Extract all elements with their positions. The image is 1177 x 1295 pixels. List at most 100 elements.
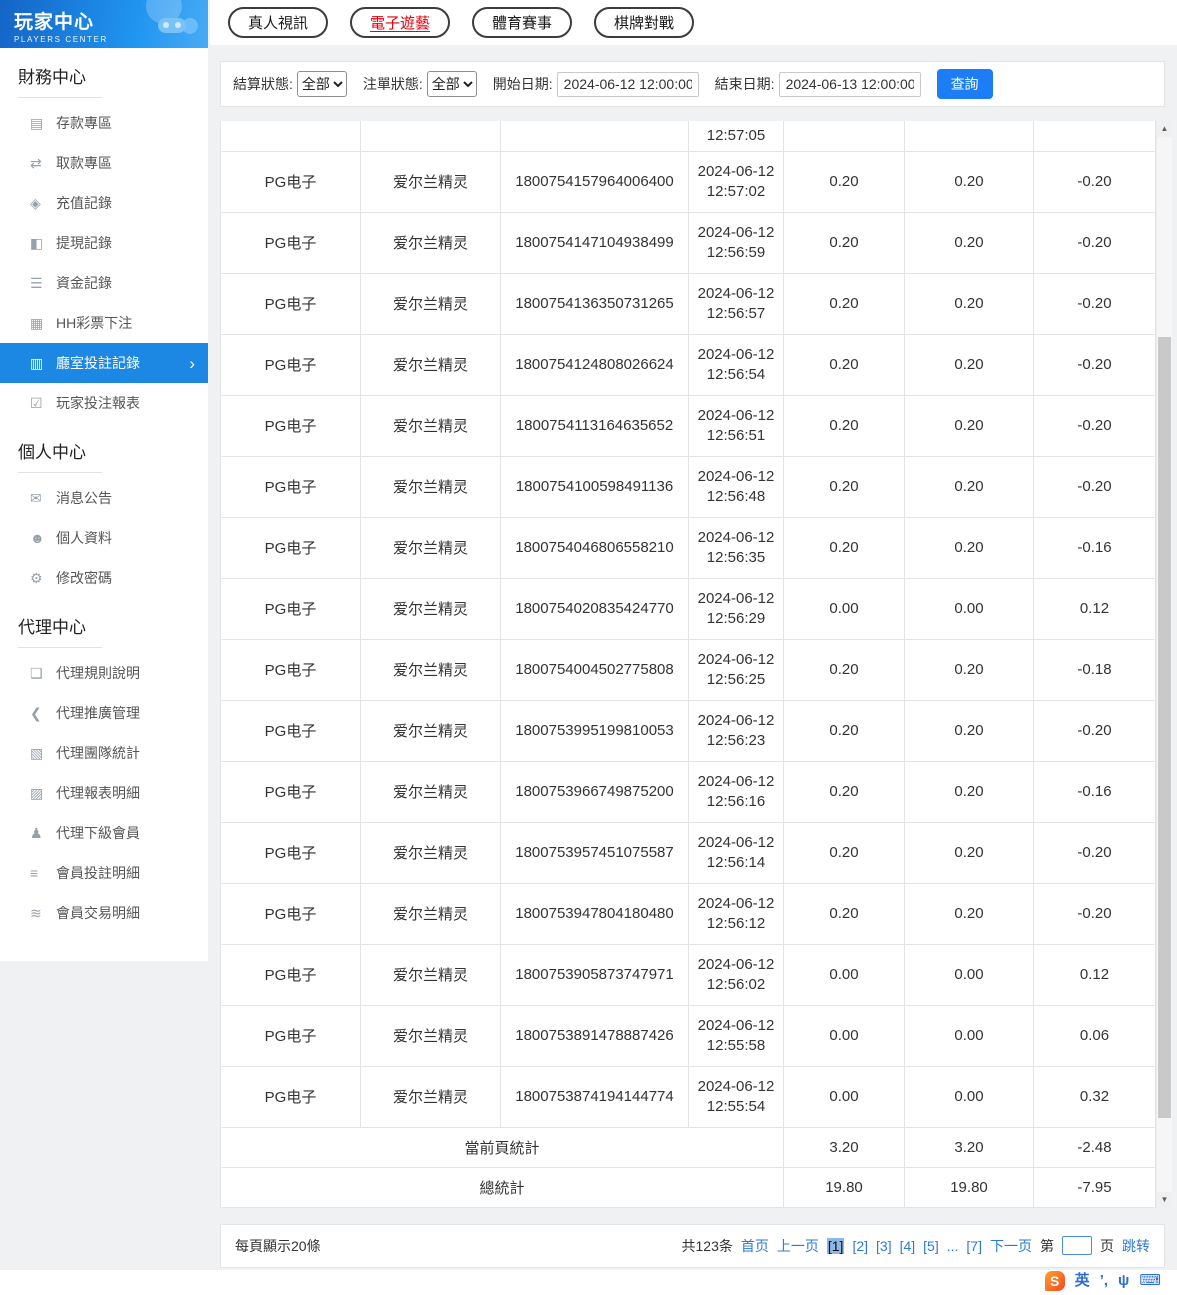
date-text: 2024-06-12 [697, 1077, 775, 1095]
profile-icon: ☻ [30, 530, 45, 546]
sidebar-item-change-password[interactable]: ⚙ 修改密碼 › [0, 558, 208, 598]
jump-page-input[interactable] [1062, 1236, 1092, 1255]
profit-cell: 0.06 [1033, 1004, 1156, 1067]
sidebar-item-member-bet-detail[interactable]: ≡ 會員投註明細 › [0, 853, 208, 893]
platform-cell: PG电子 [220, 699, 361, 762]
game-cell: 爱尔兰精灵 [360, 882, 501, 945]
summary-bet-cell: 3.20 [783, 1126, 905, 1168]
sidebar-item-agent-rules[interactable]: ❏ 代理規則說明 › [0, 653, 208, 693]
sidebar-item-hh-lottery[interactable]: ▦ HH彩票下注 › [0, 303, 208, 343]
time-cell: 2024-06-12 12:56:51 [688, 394, 784, 457]
funds-record-icon: ☰ [30, 274, 43, 291]
profit-cell: -0.20 [1033, 455, 1156, 518]
valid-amount-cell: 0.20 [904, 394, 1034, 457]
sidebar-item-label: 代理推廣管理 [56, 705, 140, 721]
table-row: PG电子 爱尔兰精灵 1800754157964006400 2024-06-1… [220, 150, 1156, 213]
ime-mic-icon[interactable]: ψ [1118, 1270, 1129, 1292]
time-text: 12:57:05 [706, 126, 766, 144]
scroll-down-arrow-icon[interactable]: ▼ [1157, 1191, 1172, 1208]
order-no-cell: 1800753905873747971 [500, 943, 689, 1006]
page-link[interactable]: [3] [876, 1238, 892, 1254]
scrollbar-track[interactable] [1157, 137, 1172, 1192]
profit-cell: -0.20 [1033, 394, 1156, 457]
sidebar-header: 玩家中心 PLAYERS CENTER [0, 0, 208, 48]
sidebar-item-room-bet-record[interactable]: ▥ 廳室投註記錄 › [0, 343, 208, 383]
page-link[interactable]: [5] [923, 1238, 939, 1254]
sidebar-item-deposit[interactable]: ▤ 存款專區 › [0, 103, 208, 143]
profit-cell [1033, 121, 1156, 152]
sidebar-item-label: 代理下級會員 [56, 825, 140, 841]
settle-status-select[interactable]: 全部 [296, 71, 347, 97]
valid-amount-cell: 0.20 [904, 882, 1034, 945]
sidebar-item-announcements[interactable]: ✉ 消息公告 › [0, 478, 208, 518]
tab-sports[interactable]: 體育賽事 [472, 7, 573, 38]
sidebar-item-agent-sub-members[interactable]: ♟ 代理下級會員 › [0, 813, 208, 853]
scroll-up-arrow-icon[interactable]: ▲ [1157, 121, 1172, 137]
sidebar-item-label: 廳室投註記錄 [56, 355, 140, 371]
date-text: 2024-06-12 [697, 345, 775, 363]
start-date-input[interactable] [556, 71, 699, 97]
end-date-group: 結束日期: [715, 71, 921, 97]
platform-cell: PG电子 [220, 1004, 361, 1067]
search-button[interactable]: 查詢 [936, 69, 993, 99]
next-page-link[interactable]: 下一页 [990, 1236, 1032, 1256]
table-row: PG电子 爱尔兰精灵 1800753891478887426 2024-06-1… [220, 1004, 1156, 1067]
summary-profit-cell: -7.95 [1033, 1166, 1156, 1208]
ime-keyboard-icon[interactable]: ⌨ [1139, 1270, 1161, 1292]
page-link[interactable]: [7] [966, 1238, 982, 1254]
prev-page-link[interactable]: 上一页 [777, 1236, 819, 1256]
bet-amount-cell: 0.20 [783, 333, 905, 396]
member-bets-icon: ≡ [30, 865, 39, 881]
summary-valid-cell: 19.80 [904, 1166, 1034, 1208]
summary-label-cell: 當前頁統計 [220, 1126, 784, 1168]
sidebar-item-withdraw-record[interactable]: ◧ 提現記錄 › [0, 223, 208, 263]
tab-label: 真人視訊 [248, 15, 309, 32]
time-text: 12:57:02 [706, 182, 766, 200]
game-cell: 爱尔兰精灵 [360, 821, 501, 884]
sidebar-item-funds-record[interactable]: ☰ 資金記錄 › [0, 263, 208, 303]
sidebar-item-recharge-record[interactable]: ◈ 充值記錄 › [0, 183, 208, 223]
bet-amount-cell: 0.20 [783, 821, 905, 884]
table-scrollbar[interactable]: ▲ ▼ [1156, 121, 1172, 1208]
gamepad-icon [158, 18, 186, 33]
first-page-link[interactable]: 首页 [741, 1236, 769, 1256]
order-no-cell: 1800753947804180480 [500, 882, 689, 945]
page-link[interactable]: [4] [900, 1238, 916, 1254]
tab-board-games[interactable]: 棋牌對戰 [594, 7, 695, 38]
sogou-ime-logo-icon[interactable]: S [1044, 1271, 1065, 1291]
bet-amount-cell: 0.00 [783, 1065, 905, 1128]
sidebar-section: 個人中心 ✉ 消息公告 › ☻ 個人資料 › ⚙ 修改密碼 › [0, 438, 208, 598]
chevron-right-icon: › [189, 353, 195, 373]
profit-cell: -0.16 [1033, 516, 1156, 579]
ime-punctuation-indicator[interactable]: ’, [1100, 1270, 1108, 1292]
game-cell: 爱尔兰精灵 [360, 272, 501, 335]
sidebar-item-agent-report-detail[interactable]: ▨ 代理報表明細 › [0, 773, 208, 813]
date-text: 2024-06-12 [697, 955, 775, 973]
tab-electronic-games[interactable]: 電子遊藝 [350, 7, 451, 38]
jump-button[interactable]: 跳转 [1122, 1236, 1150, 1256]
game-cell: 爱尔兰精灵 [360, 760, 501, 823]
ime-language-indicator[interactable]: 英 [1075, 1270, 1090, 1292]
page-link[interactable]: [2] [852, 1238, 868, 1254]
end-date-input[interactable] [778, 71, 921, 97]
recharge-record-icon: ◈ [30, 194, 41, 211]
order-status-select[interactable]: 全部 [426, 71, 477, 97]
sidebar-item-player-bet-report[interactable]: ☑ 玩家投注報表 › [0, 383, 208, 423]
time-cell: 2024-06-12 12:56:57 [688, 272, 784, 335]
page-number-links: [1] [2] [3] [4] [5]... [7] [826, 1237, 982, 1254]
tab-label: 體育賽事 [492, 15, 553, 32]
scrollbar-thumb[interactable] [1158, 337, 1171, 1118]
tab-live-video[interactable]: 真人視訊 [228, 7, 329, 38]
sidebar-item-agent-team-stats[interactable]: ▧ 代理團隊統計 › [0, 733, 208, 773]
sidebar-item-label: 存款專區 [56, 115, 112, 131]
table-row: PG电子 爱尔兰精灵 1800754020835424770 2024-06-1… [220, 577, 1156, 640]
sidebar-item-member-trade-detail[interactable]: ≋ 會員交易明細 › [0, 893, 208, 933]
valid-amount-cell: 0.20 [904, 333, 1034, 396]
date-text: 2024-06-12 [697, 406, 775, 424]
sidebar-item-agent-promotion[interactable]: ❮ 代理推廣管理 › [0, 693, 208, 733]
current-page-indicator[interactable]: [1] [826, 1237, 845, 1254]
sidebar-item-withdraw[interactable]: ⇄ 取款專區 › [0, 143, 208, 183]
table-row: PG电子 爱尔兰精灵 1800754113164635652 2024-06-1… [220, 394, 1156, 457]
sidebar-item-profile[interactable]: ☻ 個人資料 › [0, 518, 208, 558]
sidebar-section-heading: 代理中心 [18, 613, 208, 648]
